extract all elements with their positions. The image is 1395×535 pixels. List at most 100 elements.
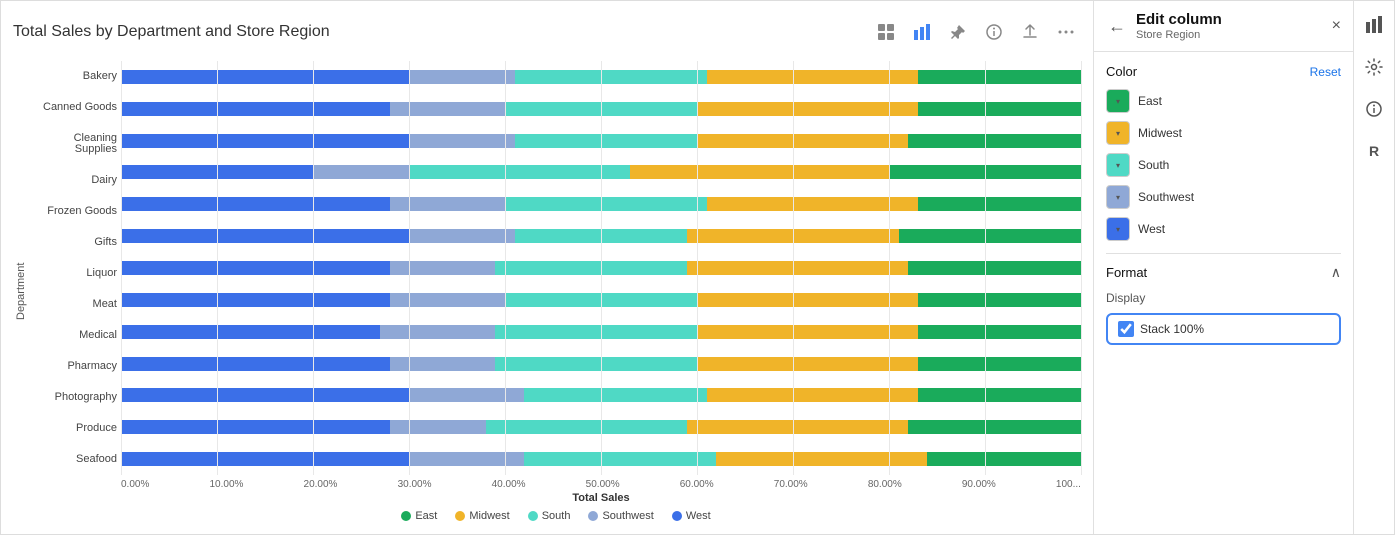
bar-segment-west [121,197,390,211]
close-button[interactable]: × [1332,17,1341,35]
bar-row [121,197,1081,211]
y-axis-label: Department [13,61,29,522]
row-label: Frozen Goods [31,206,117,217]
stack-100-checkbox[interactable] [1118,321,1134,337]
bar-segment-southwest [409,388,524,402]
color-item-label: Midwest [1138,126,1182,140]
x-axis-tick: 70.00% [774,479,808,490]
bar-segment-southwest [390,261,496,275]
legend-label: East [415,510,437,522]
bar-row [121,357,1081,371]
pin-button[interactable] [943,17,973,47]
bar-row [121,70,1081,84]
r-icon-button[interactable]: R [1360,137,1388,165]
legend-dot [401,511,411,521]
bar-segment-south [524,452,716,466]
bar-segment-west [121,134,409,148]
bar-segment-east [918,357,1081,371]
bar-row [121,134,1081,148]
color-swatch-button[interactable]: ▾ [1106,185,1130,209]
legend-dot [528,511,538,521]
bar-segment-south [505,293,697,307]
more-options-button[interactable] [1051,17,1081,47]
color-rows: ▾East▾Midwest▾South▾Southwest▾West [1106,89,1341,241]
bar-segment-south [515,134,697,148]
info-icon-button[interactable] [1360,95,1388,123]
reset-link[interactable]: Reset [1310,65,1341,79]
bar-row [121,325,1081,339]
x-axis-label: Total Sales [121,492,1081,504]
legend-item: East [401,510,437,522]
color-swatch-button[interactable]: ▾ [1106,121,1130,145]
legend-label: Southwest [602,510,653,522]
bar-segment-west [121,165,313,179]
bar-chart-icon-button[interactable] [1360,11,1388,39]
bar-segment-east [918,388,1081,402]
row-label: Liquor [31,268,117,279]
table-view-button[interactable] [871,17,901,47]
share-button[interactable] [1015,17,1045,47]
panel-header: ← Edit column Store Region × [1094,1,1353,52]
bar-segment-west [121,102,390,116]
panel-subtitle: Store Region [1136,29,1324,41]
bar-segment-midwest [687,261,908,275]
row-labels: BakeryCanned GoodsCleaning SuppliesDairy… [31,61,121,475]
bar-segment-east [908,261,1081,275]
color-section: Color Reset ▾East▾Midwest▾South▾Southwes… [1106,64,1341,241]
format-section: Format ∧ Display Stack 100% [1106,264,1341,345]
bar-segment-southwest [313,165,409,179]
settings-icon-button[interactable] [1360,53,1388,81]
x-axis-tick: 90.00% [962,479,996,490]
color-swatch-button[interactable]: ▾ [1106,153,1130,177]
row-label: Bakery [31,71,117,82]
bar-segment-east [918,197,1081,211]
color-item-label: Southwest [1138,190,1194,204]
bar-segment-midwest [697,293,918,307]
back-button[interactable]: ← [1106,14,1128,39]
bar-segment-west [121,293,390,307]
legend: EastMidwestSouthSouthwestWest [31,510,1081,522]
color-row: ▾ Midwest [1106,121,1341,145]
row-label: Produce [31,423,117,434]
bar-segment-west [121,261,390,275]
row-label: Dairy [31,175,117,186]
x-axis-tick: 0.00% [121,479,149,490]
bar-segment-midwest [697,134,908,148]
bar-segment-midwest [697,102,918,116]
color-swatch-button[interactable]: ▾ [1106,89,1130,113]
bar-segment-south [515,70,707,84]
row-label: Canned Goods [31,102,117,113]
x-axis-tick: 60.00% [680,479,714,490]
x-axis-tick: 40.00% [492,479,526,490]
bar-segment-south [495,261,687,275]
insights-button[interactable] [979,17,1009,47]
row-label: Medical [31,330,117,341]
bar-segment-south [524,388,706,402]
bar-segment-east [918,325,1081,339]
bar-segment-east [918,293,1081,307]
legend-dot [455,511,465,521]
bar-row [121,229,1081,243]
chevron-icon: ∧ [1331,264,1341,281]
color-section-title: Color [1106,64,1137,79]
x-axis-tick: 10.00% [209,479,243,490]
bar-segment-west [121,452,409,466]
color-row: ▾East [1106,89,1341,113]
format-header[interactable]: Format ∧ [1106,264,1341,281]
bar-row [121,261,1081,275]
color-swatch-button[interactable]: ▾ [1106,217,1130,241]
stack-100-row: Stack 100% [1106,313,1341,345]
bar-segment-southwest [390,197,505,211]
bar-segment-east [908,134,1081,148]
color-row: ▾ Southwest [1106,185,1341,209]
chart-toolbar [871,17,1081,47]
bar-segment-south [505,102,697,116]
chart-type-button[interactable] [907,17,937,47]
divider [1106,253,1341,254]
legend-label: West [686,510,711,522]
legend-item: South [528,510,571,522]
bar-segment-south [486,420,688,434]
color-row: ▾West [1106,217,1341,241]
bar-segment-east [918,70,1081,84]
color-dropdown-arrow: ▾ [1116,97,1120,106]
